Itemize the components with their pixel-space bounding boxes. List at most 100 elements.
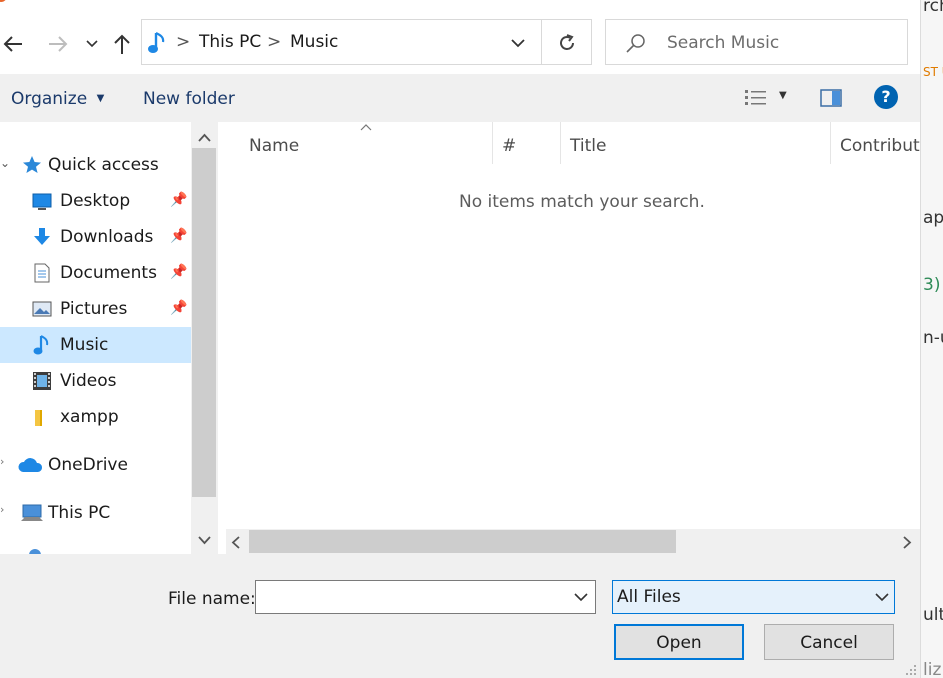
desktop-icon: [32, 193, 52, 210]
videos-icon: [33, 372, 51, 390]
chevron-down-icon[interactable]: [875, 593, 889, 602]
horizontal-scrollbar[interactable]: [226, 529, 920, 554]
column-header-title[interactable]: Title: [570, 136, 606, 156]
new-folder-button[interactable]: New folder: [143, 89, 235, 109]
address-bar[interactable]: > This PC > Music: [141, 19, 542, 65]
file-type-select[interactable]: All Files: [612, 580, 895, 614]
nav-label: Desktop: [60, 191, 131, 211]
open-button[interactable]: Open: [614, 624, 744, 660]
chevron-down-icon[interactable]: [86, 40, 98, 48]
scroll-down-icon[interactable]: [198, 536, 211, 545]
nav-item-onedrive[interactable]: › OneDrive: [0, 447, 191, 483]
pin-icon: 📌: [170, 300, 188, 316]
address-toolbar: > This PC > Music Search Music: [0, 0, 920, 74]
nav-label: Downloads: [60, 227, 154, 247]
breadcrumb-this-pc[interactable]: This PC: [199, 32, 261, 52]
nav-label: Documents: [60, 263, 157, 283]
document-icon: [34, 263, 50, 283]
background-text: n-u: [923, 328, 943, 348]
pictures-icon: [32, 301, 52, 317]
nav-label: Pictures: [60, 299, 128, 319]
search-placeholder: Search Music: [667, 33, 780, 53]
file-type-value: All Files: [617, 587, 681, 607]
pin-icon: 📌: [170, 192, 188, 208]
arrow-left-icon[interactable]: [2, 34, 24, 54]
search-box[interactable]: Search Music: [605, 19, 908, 65]
background-text: rch: [923, 0, 943, 16]
resize-grip-icon[interactable]: [905, 664, 917, 676]
collapsed-chevron-icon[interactable]: ›: [0, 503, 4, 516]
nav-label: xampp: [60, 407, 119, 427]
breadcrumb-music[interactable]: Music: [290, 32, 338, 52]
background-text: ST U: [923, 65, 943, 79]
cancel-button[interactable]: Cancel: [764, 624, 894, 660]
download-icon: [34, 228, 50, 245]
star-icon: [23, 156, 41, 173]
dialog-footer: File name: All Files Open Cancel: [0, 554, 920, 678]
command-bar: Organize ▼ New folder ▼ ?: [0, 74, 920, 122]
background-text: ap: [923, 208, 943, 228]
caret-down-icon: ▼: [96, 93, 105, 104]
nav-item-downloads[interactable]: Downloads 📌: [0, 219, 191, 255]
column-divider[interactable]: [830, 122, 831, 164]
navigation-scrollbar[interactable]: [191, 122, 218, 554]
nav-label: This PC: [48, 503, 111, 523]
sort-ascending-icon: [360, 124, 372, 131]
nav-item-xampp[interactable]: xampp: [0, 399, 191, 435]
computer-icon: [21, 504, 43, 521]
column-divider[interactable]: [492, 122, 493, 164]
nav-label: Videos: [60, 371, 117, 391]
background-text: 3): [923, 275, 941, 295]
nav-item-quick-access[interactable]: ⌄ Quick access: [0, 147, 191, 183]
nav-item-music[interactable]: Music: [0, 327, 191, 363]
list-view-icon[interactable]: [744, 88, 768, 108]
expanded-chevron-icon[interactable]: ⌄: [0, 156, 10, 170]
folder-icon: [35, 410, 42, 426]
file-list: Name # Title Contributi No items match y…: [218, 122, 920, 554]
collapsed-chevron-icon[interactable]: ›: [0, 455, 4, 468]
background-text: liz: [923, 660, 942, 678]
organize-button[interactable]: Organize ▼: [11, 89, 104, 109]
scroll-up-icon[interactable]: [198, 133, 211, 142]
refresh-icon: [560, 34, 574, 50]
music-note-icon: [33, 335, 49, 355]
scroll-left-icon[interactable]: [231, 536, 240, 549]
nav-item-this-pc[interactable]: › This PC: [0, 495, 191, 531]
help-button[interactable]: ?: [874, 85, 898, 109]
scroll-thumb[interactable]: [192, 148, 216, 497]
view-options-dropdown-icon[interactable]: ▼: [779, 90, 787, 101]
chevron-down-icon[interactable]: [574, 593, 588, 602]
file-name-label: File name:: [168, 589, 256, 609]
nav-label: OneDrive: [48, 455, 128, 475]
scroll-right-icon[interactable]: [903, 536, 912, 549]
nav-label: Quick access: [48, 155, 159, 175]
nav-item-videos[interactable]: Videos: [0, 363, 191, 399]
empty-state-message: No items match your search.: [459, 192, 705, 212]
preview-pane-icon[interactable]: [820, 88, 842, 108]
organize-label: Organize: [11, 89, 88, 109]
nav-item-documents[interactable]: Documents 📌: [0, 255, 191, 291]
pin-icon: 📌: [170, 264, 188, 280]
navigation-pane: ⌄ Quick access Desktop 📌 Downloads 📌 Doc…: [0, 122, 191, 555]
refresh-button[interactable]: [542, 19, 592, 65]
column-header-name[interactable]: Name: [249, 136, 299, 156]
arrow-right-icon[interactable]: [47, 34, 69, 54]
pin-icon: 📌: [170, 228, 188, 244]
background-window: rch ST U ap 3) n-u ult liz: [920, 0, 943, 678]
nav-item-desktop[interactable]: Desktop 📌: [0, 183, 191, 219]
scroll-thumb[interactable]: [249, 530, 676, 553]
background-text: ult: [923, 605, 943, 625]
address-dropdown-icon[interactable]: [511, 39, 525, 48]
arrow-up-icon[interactable]: [112, 33, 132, 55]
nav-label: Music: [60, 335, 109, 355]
music-note-icon: [148, 32, 165, 53]
breadcrumb-separator: >: [176, 32, 191, 52]
file-name-input[interactable]: [255, 580, 596, 614]
column-divider[interactable]: [560, 122, 561, 164]
cloud-icon: [18, 458, 43, 472]
column-header-contributing-artists[interactable]: Contributi: [840, 136, 920, 156]
nav-item-pictures[interactable]: Pictures 📌: [0, 291, 191, 327]
open-file-dialog: > This PC > Music Search Music Organize: [0, 0, 920, 678]
column-header-track[interactable]: #: [502, 136, 516, 156]
breadcrumb-separator: >: [267, 32, 282, 52]
